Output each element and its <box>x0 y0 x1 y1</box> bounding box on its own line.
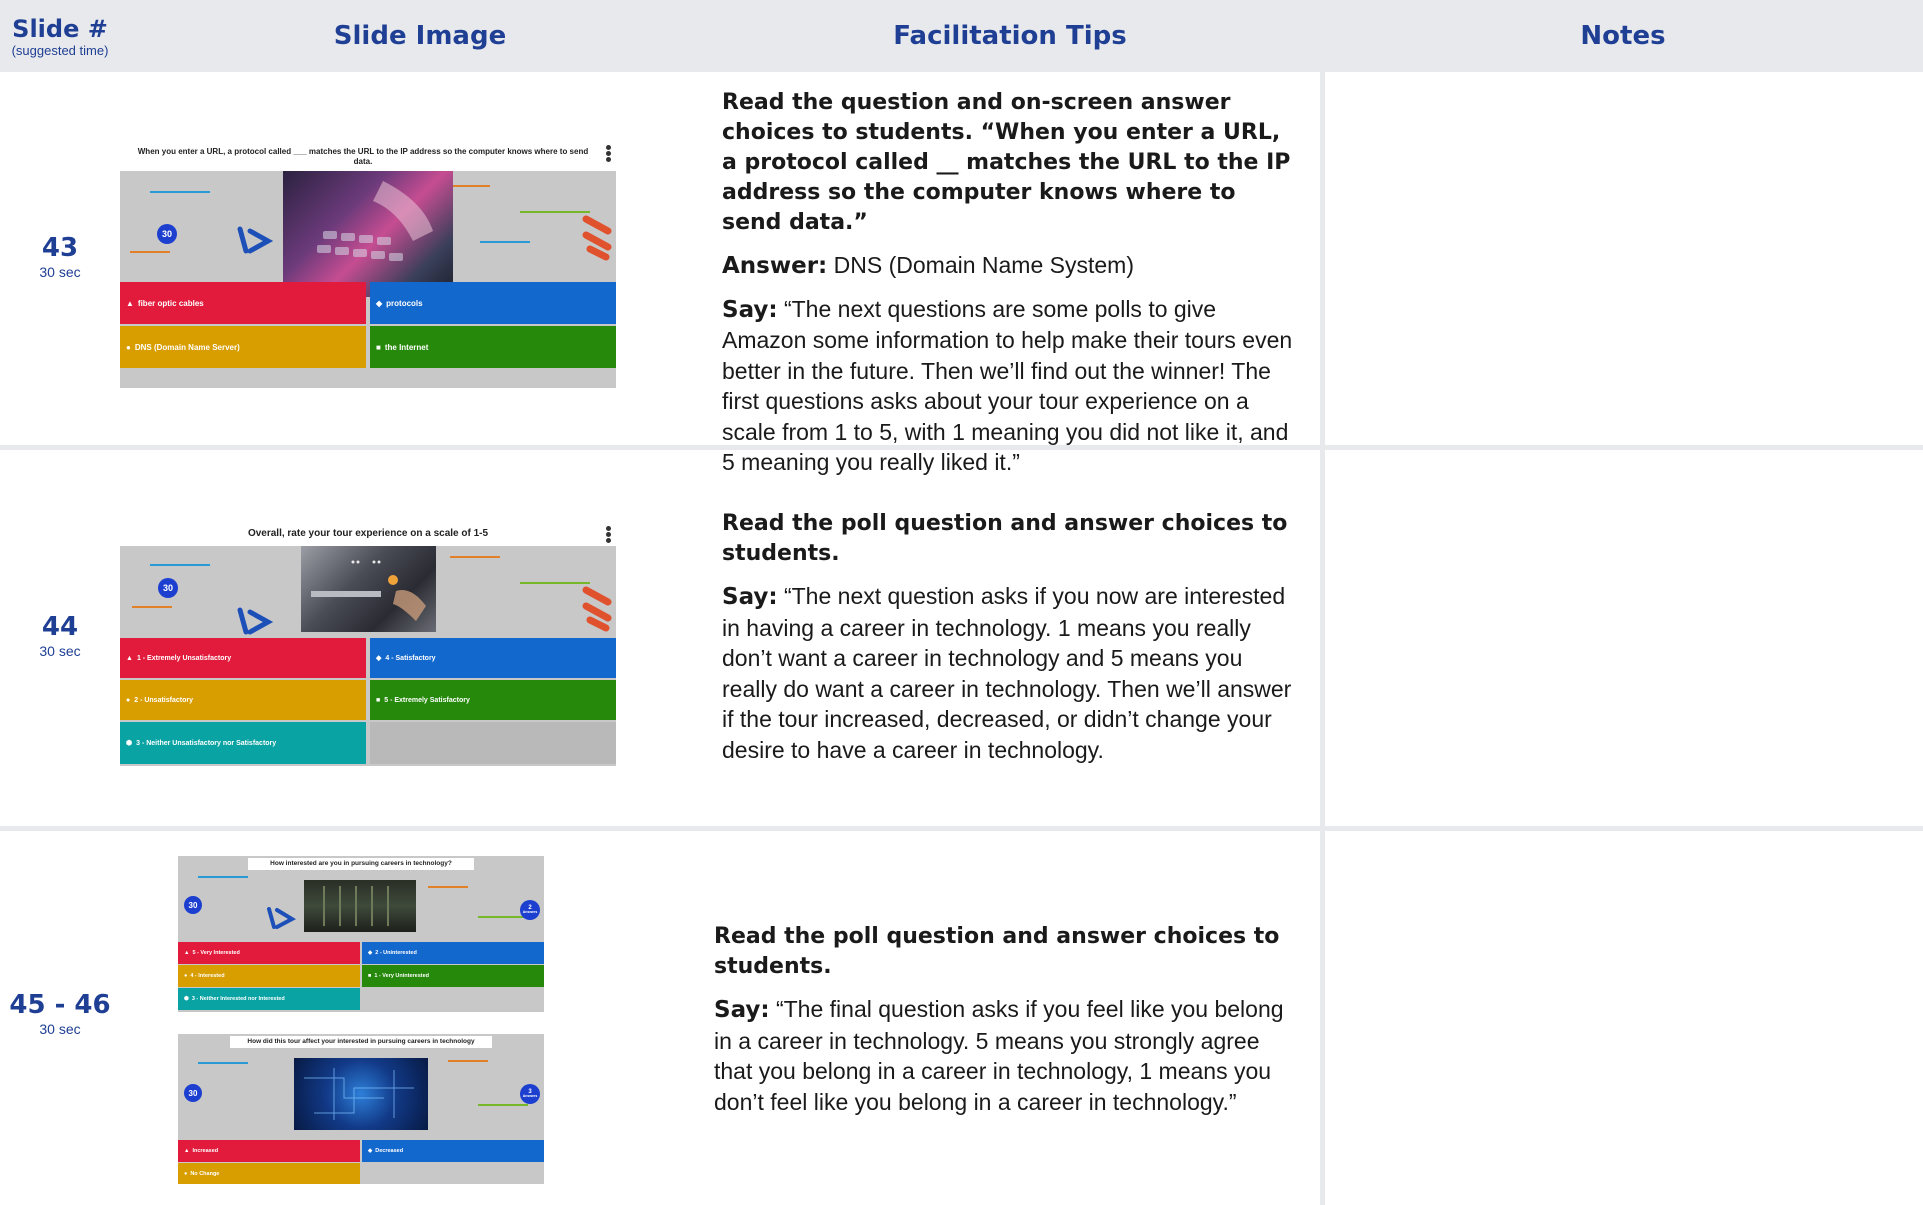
decorative-shape <box>582 215 612 261</box>
tip-say: Say: “The next questions are some polls … <box>722 295 1293 476</box>
answer-option-empty <box>370 722 616 764</box>
answer-option: ⬢ 3 - Neither Unsatisfactory nor Satisfac… <box>120 722 366 764</box>
slide-number: 45 - 46 <box>9 990 111 1020</box>
answer-option: ● DNS (Domain Name Server) <box>120 326 366 368</box>
header-slide-image: Slide Image <box>333 21 507 51</box>
triangle-icon: ▲ <box>184 1148 190 1154</box>
slide-photo-servers <box>304 880 416 932</box>
answer-option: ■ the Internet <box>370 326 616 368</box>
timer-badge: 30 <box>184 896 202 914</box>
answer-option: ■ 5 - Extremely Satisfactory <box>370 680 616 720</box>
square-icon: ■ <box>368 973 372 979</box>
slide-thumbnail: How did this tour affect your interested… <box>178 1034 544 1184</box>
tip-lead: Read the poll question and answer choice… <box>714 924 1280 979</box>
slide-question: How interested are you in pursuing caree… <box>248 858 474 870</box>
row-divider <box>0 826 1923 831</box>
slide-question: How did this tour affect your interested… <box>230 1036 492 1048</box>
header-slide-number: Slide # (suggested time) <box>0 4 120 68</box>
kebab-menu-icon <box>606 145 612 163</box>
triangle-icon: ▲ <box>184 950 190 956</box>
triangle-icon: ▲ <box>126 298 134 308</box>
slide-question: Overall, rate your tour experience on a … <box>247 528 489 539</box>
answer-option: ● 4 - Interested <box>178 965 360 987</box>
slide-number-cell: 44 30 sec <box>0 612 120 660</box>
slide-photo-laptop <box>301 546 436 632</box>
slide-thumbnail: How interested are you in pursuing caree… <box>178 856 544 1012</box>
diamond-icon: ◆ <box>376 655 382 662</box>
answer-option: ◆ 4 - Satisfactory <box>370 638 616 678</box>
slide-time: 30 sec <box>39 1021 81 1037</box>
slide-time: 30 sec <box>39 264 81 280</box>
facilitation-tips-cell: Read the poll question and answer choice… <box>722 509 1297 777</box>
amazon-logo-icon <box>237 226 274 254</box>
answer-option: ● 2 - Unsatisfactory <box>120 680 366 720</box>
tip-lead: Read the poll question and answer choice… <box>722 511 1288 566</box>
diamond-icon: ◆ <box>376 298 383 308</box>
diamond-icon: ◆ <box>368 1148 373 1154</box>
tip-say: Say: “The final question asks if you fee… <box>714 996 1284 1115</box>
slide-number-cell: 43 30 sec <box>0 233 120 281</box>
tip-lead: Read the question and on-screen answer c… <box>722 90 1291 235</box>
slide-thumbnail: When you enter a URL, a protocol called … <box>120 140 616 388</box>
slide-number-cell: 45 - 46 30 sec <box>0 990 120 1038</box>
slide-photo-circuit <box>294 1058 428 1130</box>
header-notes: Notes <box>1580 21 1666 51</box>
timer-badge: 30 <box>158 578 178 598</box>
circle-icon: ● <box>184 973 188 979</box>
header-slide-label: Slide # <box>12 14 108 43</box>
slide-thumbnail: Overall, rate your tour experience on a … <box>120 522 616 766</box>
timer-badge: 30 <box>157 224 177 244</box>
answer-option: ▲ 5 - Very Interested <box>178 942 360 964</box>
slide-number: 44 <box>41 612 79 642</box>
amazon-logo-icon <box>237 607 274 635</box>
header-suggested-time: (suggested time) <box>11 42 109 58</box>
timer-badge: 30 <box>184 1084 202 1102</box>
square-icon: ■ <box>376 342 381 352</box>
triangle-icon: ▲ <box>126 654 133 662</box>
answer-option: ◆ protocols <box>370 282 616 324</box>
decorative-shape <box>582 586 612 632</box>
answer-option: ◆ 2 - Uninterested <box>362 942 544 964</box>
answer-option: ■ 1 - Very Uninterested <box>362 965 544 987</box>
kebab-menu-icon <box>606 526 612 544</box>
answer-option: ◆ Decreased <box>362 1140 544 1162</box>
answer-option: ⬢ 3 - Neither Interested nor Interested <box>178 988 360 1010</box>
circle-icon: ⬢ <box>184 996 189 1002</box>
circle-icon: ● <box>126 696 131 704</box>
answer-option: ● No Change <box>178 1163 360 1184</box>
circle-icon: ⬢ <box>126 740 133 747</box>
header-facilitation-tips: Facilitation Tips <box>893 21 1127 51</box>
answers-count-badge: 2 Answers <box>520 900 540 920</box>
diamond-icon: ◆ <box>368 950 373 956</box>
circle-icon: ● <box>126 342 131 352</box>
slide-question: When you enter a URL, a protocol called … <box>137 147 589 166</box>
tip-answer: Answer: DNS (Domain Name System) <box>722 252 1134 279</box>
column-divider <box>1320 72 1325 1205</box>
slide-time: 30 sec <box>39 643 81 659</box>
answer-option: ▲ 1 - Extremely Unsatisfactory <box>120 638 366 678</box>
slide-photo-keyboard <box>283 171 453 297</box>
facilitation-tips-cell: Read the poll question and answer choice… <box>714 922 1299 1129</box>
tip-say: Say: “The next question asks if you now … <box>722 583 1292 763</box>
amazon-logo-icon <box>267 907 296 929</box>
answers-count-badge: 3 Answers <box>520 1084 540 1104</box>
square-icon: ■ <box>376 696 381 704</box>
circle-icon: ● <box>184 1170 188 1177</box>
answer-option: ▲ Increased <box>178 1140 360 1162</box>
facilitation-tips-cell: Read the question and on-screen answer c… <box>722 88 1297 490</box>
slide-number: 43 <box>41 233 79 263</box>
answer-option: ▲ fiber optic cables <box>120 282 366 324</box>
